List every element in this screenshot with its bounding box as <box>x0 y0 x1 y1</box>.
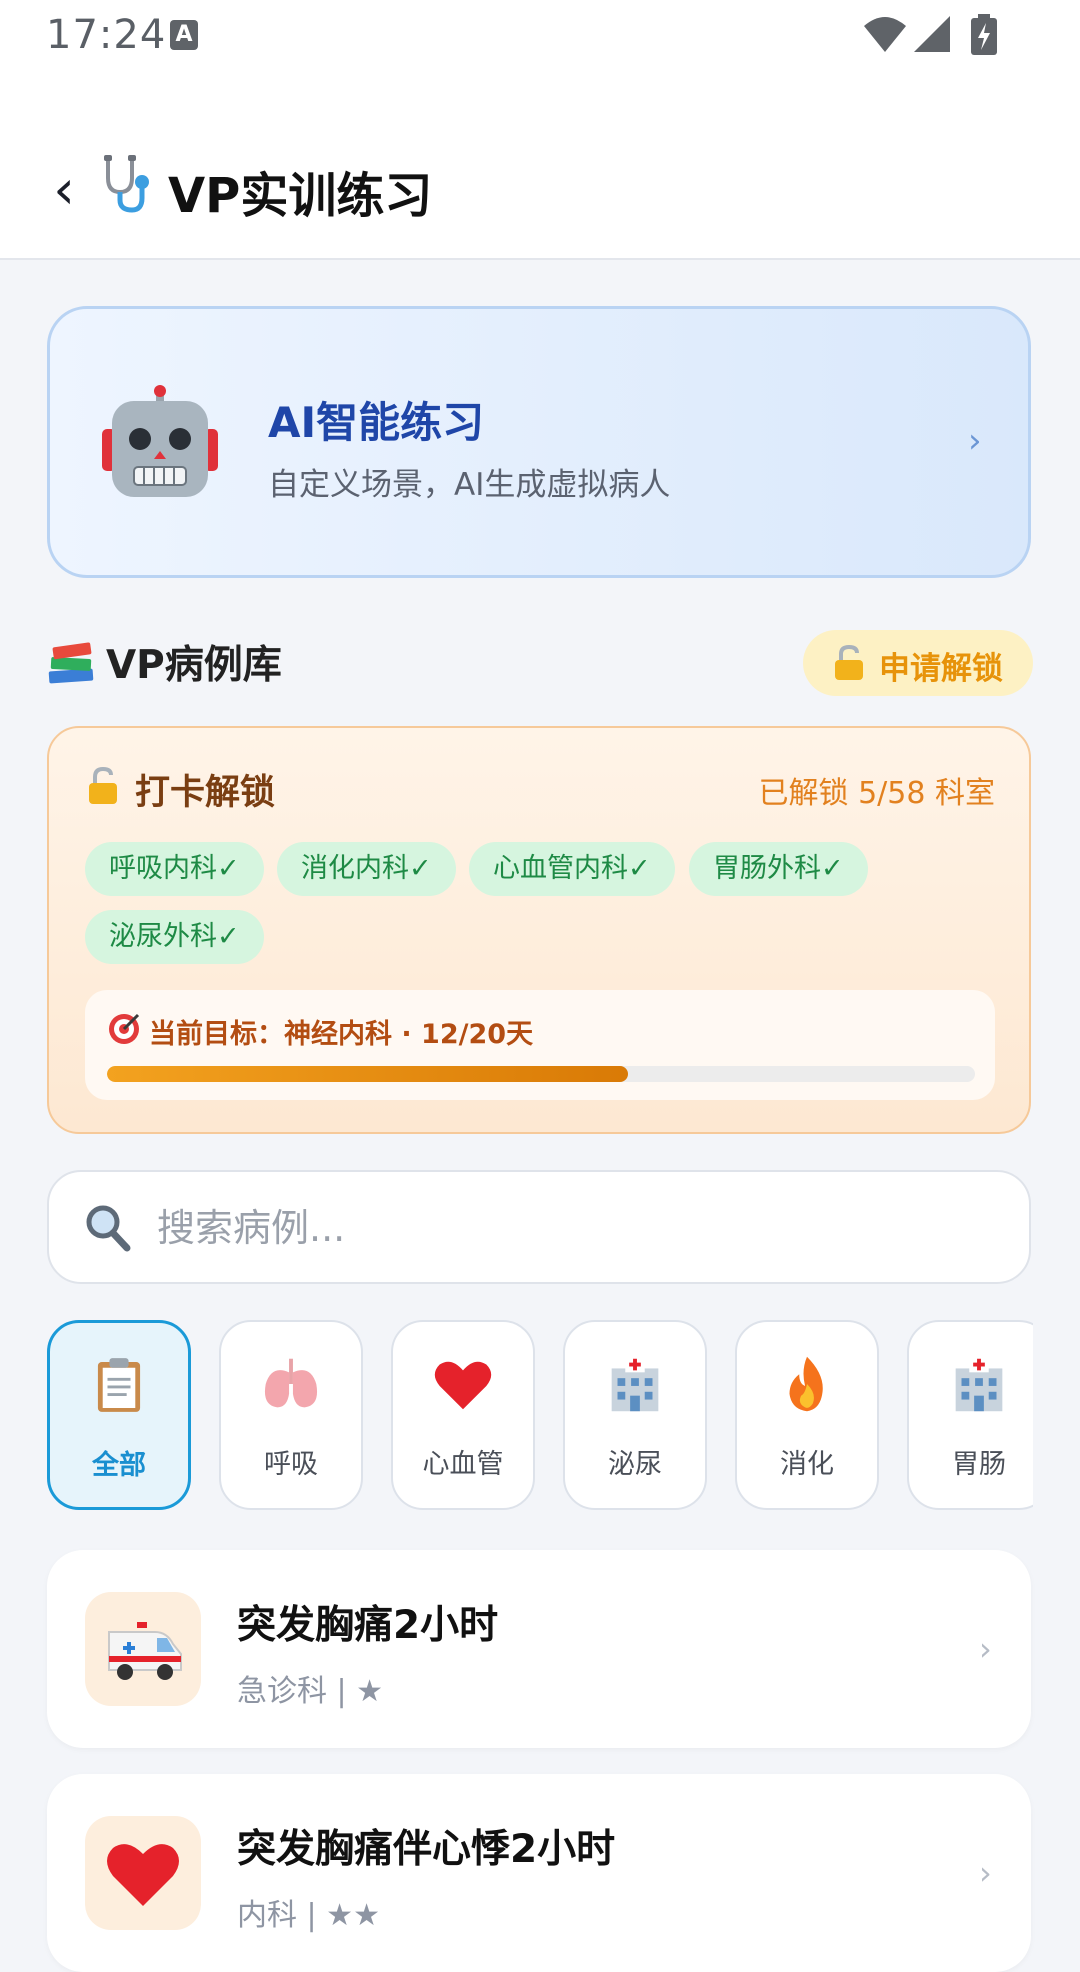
current-goal-text: 当前目标：神经内科 · 12/20天 <box>149 1019 534 1050</box>
status-time: 17:24 <box>46 12 167 58</box>
books-icon <box>48 642 94 684</box>
case-meta: 急诊科 | ★ <box>237 1674 384 1709</box>
category-urology[interactable]: 泌尿 <box>563 1320 707 1510</box>
case-title: 突发胸痛伴心悸2小时 <box>237 1827 616 1872</box>
category-label: 消化 <box>780 1449 834 1480</box>
search-icon <box>86 1205 131 1252</box>
heart-icon <box>107 1844 179 1906</box>
unlock-icon <box>89 766 117 804</box>
category-label: 心血管 <box>422 1449 504 1480</box>
category-cardiovascular[interactable]: 心血管 <box>391 1320 535 1510</box>
category-gastrointestinal[interactable]: 胃肠 <box>907 1320 1033 1510</box>
current-goal-box: 当前目标：神经内科 · 12/20天 <box>85 990 995 1100</box>
category-digestive[interactable]: 消化 <box>735 1320 879 1510</box>
battery-icon <box>971 14 997 55</box>
ai-practice-title: AI智能练习 <box>268 398 485 447</box>
category-label: 全部 <box>92 1450 146 1481</box>
case-meta: 内科 | ★★ <box>237 1898 380 1933</box>
fire-icon <box>789 1356 823 1412</box>
ai-practice-subtitle: 自定义场景，AI生成虚拟病人 <box>268 467 671 503</box>
unlock-icon <box>835 644 863 680</box>
category-respiratory[interactable]: 呼吸 <box>219 1320 363 1510</box>
app-header: ‹ VP实训练习 <box>0 70 1080 260</box>
target-icon <box>109 1013 140 1044</box>
category-label: 呼吸 <box>264 1449 318 1480</box>
checkin-title: 打卡解锁 <box>135 773 276 813</box>
department-chip: 心血管内科✓ <box>469 842 675 896</box>
case-item[interactable]: 突发胸痛伴心悸2小时 内科 | ★★ › <box>47 1774 1031 1972</box>
unlocked-count: 已解锁 5/58 科室 <box>758 776 995 811</box>
case-title: 突发胸痛2小时 <box>237 1603 499 1648</box>
department-chip: 消化内科✓ <box>277 842 456 896</box>
department-chip: 呼吸内科✓ <box>85 842 264 896</box>
lungs-icon <box>264 1358 318 1408</box>
request-unlock-button[interactable]: 申请解锁 <box>803 630 1033 696</box>
request-unlock-label: 申请解锁 <box>879 651 1003 687</box>
stethoscope-icon <box>104 155 149 213</box>
department-chip: 胃肠外科✓ <box>689 842 868 896</box>
hospital-icon <box>611 1356 659 1412</box>
status-bar: 17:24 A <box>0 0 1080 70</box>
notification-icon: A <box>170 20 198 50</box>
heart-icon <box>434 1361 492 1410</box>
case-icon-box <box>85 1592 201 1706</box>
wifi-icon <box>864 17 906 52</box>
goal-progress-fill <box>107 1066 628 1082</box>
department-chip: 泌尿外科✓ <box>85 910 264 964</box>
search-box <box>47 1170 1031 1284</box>
case-library-title: VP病例库 <box>106 643 282 688</box>
category-label: 胃肠 <box>952 1449 1006 1480</box>
chevron-right-icon: › <box>979 1854 992 1892</box>
back-button[interactable]: ‹ <box>40 160 88 220</box>
chevron-right-icon: › <box>979 1630 992 1668</box>
checkin-unlock-card: 打卡解锁 已解锁 5/58 科室 呼吸内科✓ 消化内科✓ 心血管内科✓ 胃肠外科… <box>47 726 1031 1134</box>
category-label: 泌尿 <box>608 1449 662 1480</box>
goal-progress-bar <box>107 1066 975 1082</box>
search-input[interactable] <box>155 1196 979 1260</box>
category-strip: 全部 呼吸 心血管 泌尿 消化 胃肠 <box>47 1318 1033 1516</box>
ai-practice-card[interactable]: AI智能练习 自定义场景，AI生成虚拟病人 › <box>47 306 1031 578</box>
robot-icon <box>102 385 218 497</box>
case-icon-box <box>85 1816 201 1930</box>
clipboard-icon <box>97 1358 141 1412</box>
page-title: VP实训练习 <box>168 168 433 224</box>
category-all[interactable]: 全部 <box>47 1320 191 1510</box>
hospital-icon <box>955 1356 1003 1412</box>
chevron-right-icon: › <box>968 421 982 461</box>
signal-icon <box>914 16 950 52</box>
ambulance-icon <box>108 1622 182 1680</box>
case-item[interactable]: 突发胸痛2小时 急诊科 | ★ › <box>47 1550 1031 1748</box>
